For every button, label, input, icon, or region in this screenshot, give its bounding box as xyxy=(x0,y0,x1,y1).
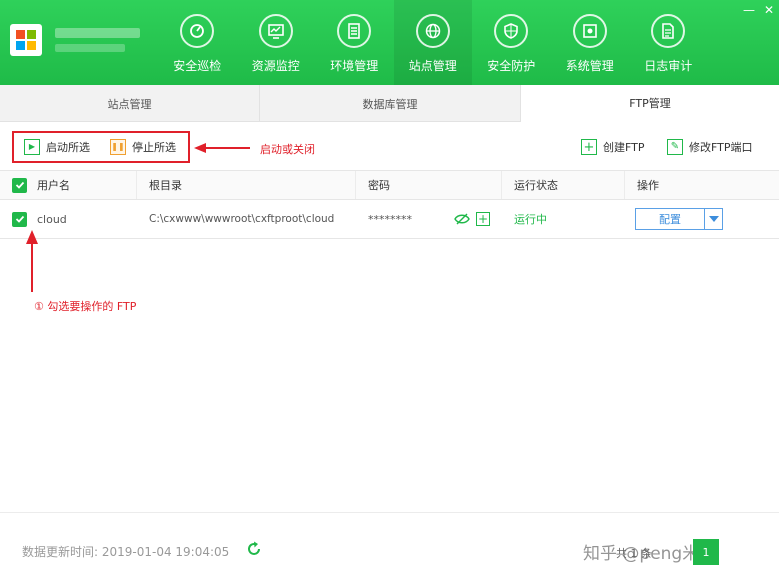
settings-icon xyxy=(572,14,607,48)
header-status: 运行状态 xyxy=(502,171,625,199)
annotation-arrow-left-icon xyxy=(194,143,250,153)
nav-item-security-protection[interactable]: 安全防护 xyxy=(472,0,551,85)
tab-database-management[interactable]: 数据库管理 xyxy=(260,85,521,122)
config-button-group: 配置 xyxy=(635,208,723,230)
status-value: 运行中 xyxy=(514,213,547,226)
data-update-time: 数据更新时间: 2019-01-04 19:04:05 xyxy=(22,545,230,559)
tab-site-management[interactable]: 站点管理 xyxy=(0,85,260,122)
edit-icon: ✎ xyxy=(667,139,683,155)
root-dir-value: C:\cxwww\wwwroot\cxftproot\cloud xyxy=(149,213,335,225)
footer: 数据更新时间: 2019-01-04 19:04:05 知乎 @peng米鹿 共… xyxy=(0,512,779,585)
header-username-cell: 用户名 xyxy=(0,171,137,199)
row-checkbox[interactable] xyxy=(12,211,27,227)
config-dropdown-button[interactable] xyxy=(705,208,723,230)
nav-item-environment[interactable]: 环境管理 xyxy=(315,0,394,85)
nav-item-site-management[interactable]: 站点管理 xyxy=(393,0,472,85)
config-button[interactable]: 配置 xyxy=(635,208,705,230)
close-button[interactable]: ✕ xyxy=(759,0,779,20)
blurred-app-subtitle xyxy=(55,44,125,52)
nav-label: 环境管理 xyxy=(330,59,379,73)
app-header: 安全巡检 资源监控 环境管理 站点管理 安全防护 系统管理 日志审计 — ✕ xyxy=(0,0,779,85)
select-all-checkbox[interactable] xyxy=(12,177,27,193)
create-ftp-label: 创建FTP xyxy=(603,141,645,154)
nav-item-security-inspection[interactable]: 安全巡检 xyxy=(158,0,237,85)
username-value: cloud xyxy=(37,212,67,226)
cell-status: 运行中 xyxy=(502,200,625,238)
cell-root-dir: C:\cxwww\wwwroot\cxftproot\cloud xyxy=(137,200,356,238)
sub-tabs: 站点管理 数据库管理 FTP管理 xyxy=(0,85,779,122)
cell-username: cloud xyxy=(0,200,137,238)
windows-logo-icon xyxy=(10,24,42,56)
monitor-icon xyxy=(258,14,293,48)
annotation-select-ftp: ① 勾选要操作的 FTP xyxy=(34,300,137,313)
minimize-button[interactable]: — xyxy=(739,0,759,20)
shield-icon xyxy=(494,14,529,48)
globe-icon xyxy=(415,14,450,48)
header-username: 用户名 xyxy=(37,179,70,192)
server-icon xyxy=(337,14,372,48)
page-info: 共 1 条 xyxy=(616,547,652,560)
cell-action: 配置 xyxy=(625,200,779,238)
window-controls: — ✕ xyxy=(739,0,779,20)
nav-label: 安全防护 xyxy=(487,59,536,73)
current-page-button[interactable]: 1 xyxy=(693,539,719,565)
nav-label: 站点管理 xyxy=(408,59,457,73)
nav-label: 日志审计 xyxy=(644,59,693,73)
header-action: 操作 xyxy=(637,179,659,192)
password-value: ******** xyxy=(368,212,412,226)
dashboard-icon xyxy=(180,14,215,48)
refresh-icon[interactable] xyxy=(246,541,262,557)
modify-ftp-port-button[interactable]: ✎ 修改FTP端口 xyxy=(667,137,753,157)
annotation-highlight-box xyxy=(12,131,190,163)
header-password: 密码 xyxy=(356,171,502,199)
annotation-arrow-up-icon xyxy=(26,230,38,292)
document-icon xyxy=(651,14,686,48)
nav-label: 系统管理 xyxy=(565,59,614,73)
ftp-table: 用户名 根目录 密码 运行状态 操作 cloud C:\cxwww\wwwroo… xyxy=(0,170,779,239)
table-header: 用户名 根目录 密码 运行状态 操作 xyxy=(0,170,779,200)
modify-ftp-port-label: 修改FTP端口 xyxy=(689,141,753,154)
table-row: cloud C:\cxwww\wwwroot\cxftproot\cloud *… xyxy=(0,200,779,239)
chevron-down-icon xyxy=(708,216,719,222)
main-nav: 安全巡检 资源监控 环境管理 站点管理 安全防护 系统管理 日志审计 xyxy=(158,0,708,85)
nav-label: 资源监控 xyxy=(251,59,300,73)
header-root-dir: 根目录 xyxy=(137,171,356,199)
blurred-app-name xyxy=(55,28,140,38)
nav-item-system-management[interactable]: 系统管理 xyxy=(551,0,630,85)
nav-item-log-audit[interactable]: 日志审计 xyxy=(629,0,708,85)
copy-plus-icon[interactable]: + xyxy=(476,212,490,226)
tab-ftp-management[interactable]: FTP管理 xyxy=(521,85,779,122)
nav-item-resource-monitor[interactable]: 资源监控 xyxy=(237,0,316,85)
annotation-start-stop: 启动或关闭 xyxy=(260,143,315,156)
plus-icon: + xyxy=(581,139,597,155)
eye-hidden-icon[interactable] xyxy=(454,211,470,227)
create-ftp-button[interactable]: + 创建FTP xyxy=(581,137,645,157)
cell-password: ******** + xyxy=(356,200,502,238)
nav-label: 安全巡检 xyxy=(173,59,222,73)
